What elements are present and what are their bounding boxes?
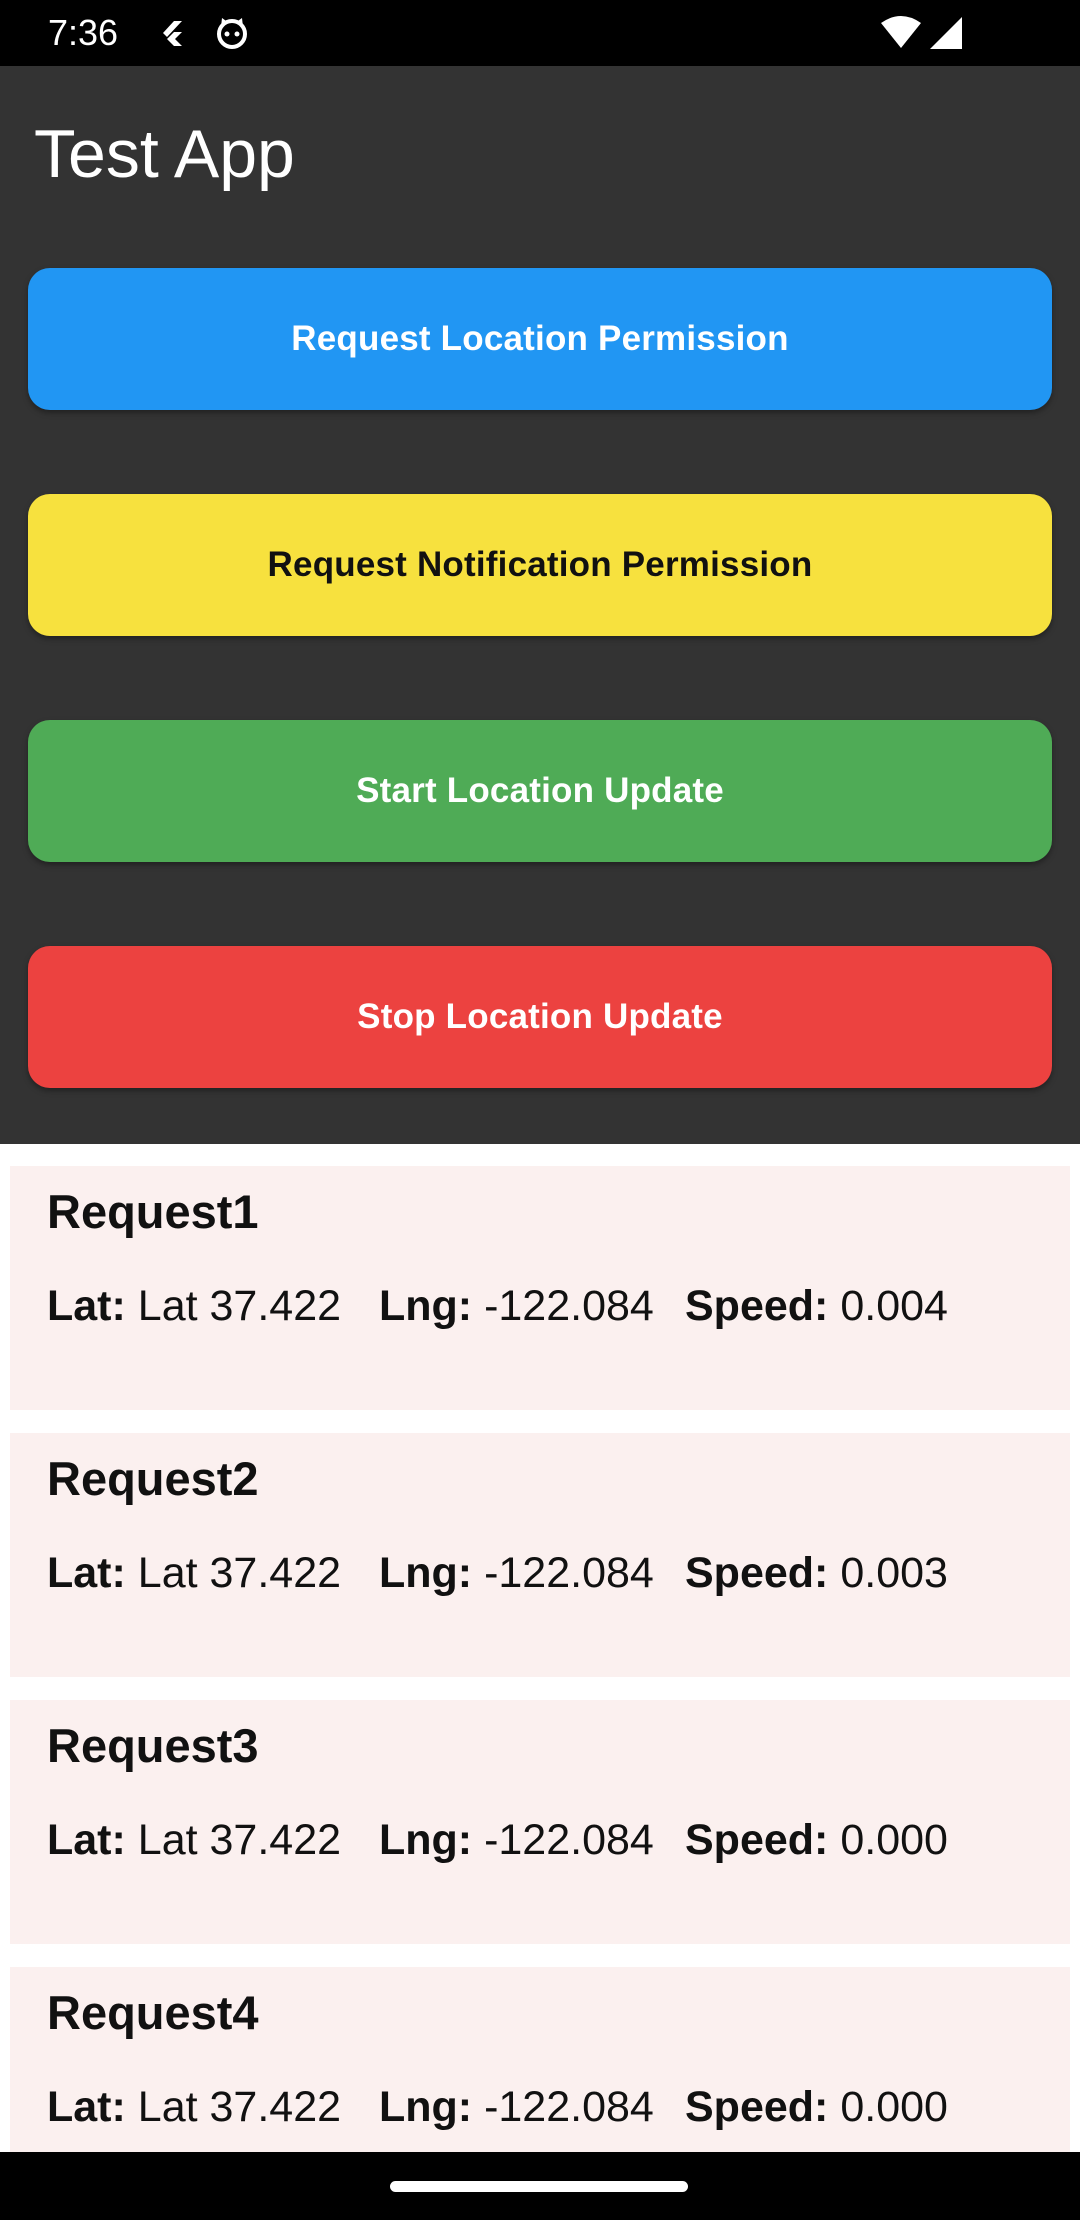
button-label: Request Notification Permission bbox=[267, 545, 813, 584]
lat-value: Lat 37.422 bbox=[137, 2083, 342, 2131]
speed-value: 0.003 bbox=[840, 1549, 948, 1597]
lat-label: Lat: bbox=[47, 1816, 126, 1864]
status-bar: 7:36 bbox=[0, 0, 1080, 66]
lat-label: Lat: bbox=[47, 1549, 126, 1597]
lng-label: Lng: bbox=[379, 2083, 473, 2131]
stop-location-update-button[interactable]: Stop Location Update bbox=[28, 946, 1052, 1088]
app-header-area: Test App Request Location Permission Req… bbox=[0, 66, 1080, 1144]
request-title: Request3 bbox=[47, 1719, 259, 1772]
speed-label: Speed: bbox=[685, 1816, 829, 1864]
navigation-bar bbox=[0, 2152, 1080, 2220]
lat-value: Lat 37.422 bbox=[137, 1816, 342, 1864]
button-label: Request Location Permission bbox=[291, 319, 789, 358]
request-title: Request4 bbox=[47, 1986, 259, 2039]
speed-label: Speed: bbox=[685, 1282, 829, 1330]
request-title: Request2 bbox=[47, 1452, 259, 1505]
cat-face-icon bbox=[214, 15, 250, 51]
lng-value: -122.084 bbox=[484, 1549, 654, 1597]
request-location-permission-button[interactable]: Request Location Permission bbox=[28, 268, 1052, 410]
speed-value: 0.004 bbox=[840, 1282, 948, 1330]
lng-label: Lng: bbox=[379, 1816, 473, 1864]
cell-signal-icon bbox=[928, 15, 964, 51]
lng-value: -122.084 bbox=[484, 1816, 654, 1864]
lng-label: Lng: bbox=[379, 1549, 473, 1597]
home-gesture-handle[interactable] bbox=[390, 2181, 688, 2192]
speed-value: 0.000 bbox=[840, 1816, 948, 1864]
speed-value: 0.000 bbox=[840, 2083, 948, 2131]
list-item: Request4 Lat: Lat 37.422 Lng: -122.084 S… bbox=[10, 1967, 1070, 2152]
list-item: Request1 Lat: Lat 37.422 Lng: -122.084 S… bbox=[10, 1166, 1070, 1410]
wifi-icon bbox=[880, 15, 922, 51]
app-title: Test App bbox=[34, 116, 295, 192]
lng-value: -122.084 bbox=[484, 2083, 654, 2131]
lat-value: Lat 37.422 bbox=[137, 1282, 342, 1330]
lat-value: Lat 37.422 bbox=[137, 1549, 342, 1597]
speed-label: Speed: bbox=[685, 2083, 829, 2131]
lat-label: Lat: bbox=[47, 2083, 126, 2131]
lat-label: Lat: bbox=[47, 1282, 126, 1330]
status-time: 7:36 bbox=[48, 12, 119, 53]
button-label: Stop Location Update bbox=[357, 997, 723, 1036]
request-notification-permission-button[interactable]: Request Notification Permission bbox=[28, 494, 1052, 636]
list-item: Request2 Lat: Lat 37.422 Lng: -122.084 S… bbox=[10, 1433, 1070, 1677]
request-title: Request1 bbox=[47, 1185, 259, 1238]
button-label: Start Location Update bbox=[356, 771, 724, 810]
speed-label: Speed: bbox=[685, 1549, 829, 1597]
flutter-icon bbox=[154, 15, 190, 51]
lng-value: -122.084 bbox=[484, 1282, 654, 1330]
start-location-update-button[interactable]: Start Location Update bbox=[28, 720, 1052, 862]
list-item: Request3 Lat: Lat 37.422 Lng: -122.084 S… bbox=[10, 1700, 1070, 1944]
request-list[interactable]: Request1 Lat: Lat 37.422 Lng: -122.084 S… bbox=[0, 1144, 1080, 2152]
lng-label: Lng: bbox=[379, 1282, 473, 1330]
